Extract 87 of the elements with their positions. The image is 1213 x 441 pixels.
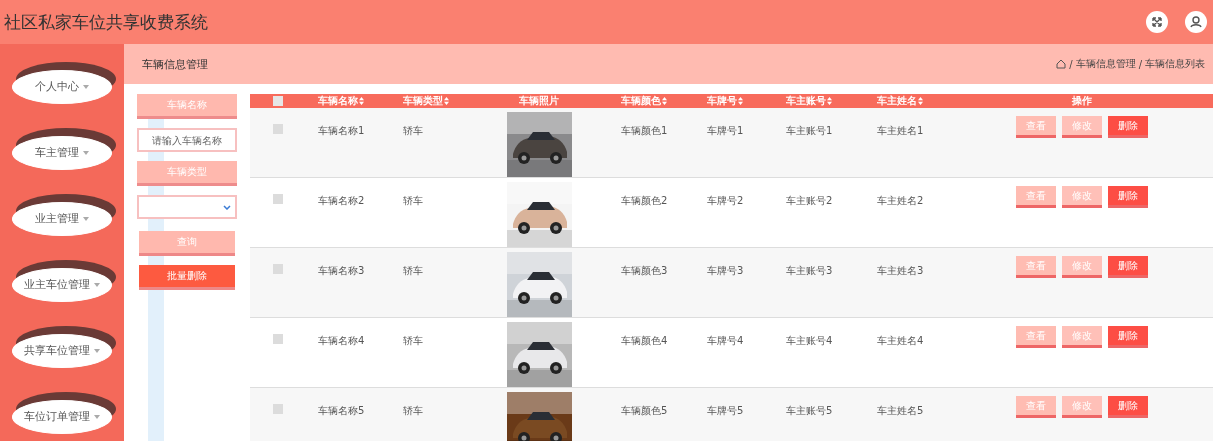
filter-label: 车辆类型	[137, 161, 237, 186]
sort-icon	[444, 97, 449, 105]
table-cell: 车牌号1	[707, 124, 744, 138]
table-cell: 轿车	[403, 124, 423, 138]
sort-icon	[827, 97, 832, 105]
caret-icon	[83, 217, 89, 221]
table-cell: 车辆颜色5	[621, 404, 668, 418]
table-cell: 车主姓名4	[877, 334, 924, 348]
table-cell: 车辆颜色1	[621, 124, 668, 138]
column-header[interactable]: 车辆名称	[318, 94, 364, 108]
edit-button[interactable]: 修改	[1061, 116, 1102, 138]
sort-icon	[359, 97, 364, 105]
table-cell: 车辆颜色3	[621, 264, 668, 278]
row-checkbox[interactable]	[272, 334, 283, 344]
home-icon[interactable]	[1056, 59, 1067, 69]
edit-button[interactable]: 修改	[1061, 256, 1102, 278]
row-checkbox[interactable]	[272, 404, 283, 414]
app-title: 社区私家车位共享收费系统	[4, 10, 208, 34]
table-cell: 轿车	[403, 334, 423, 348]
select-all-checkbox[interactable]	[272, 96, 283, 106]
delete-button[interactable]: 删除	[1107, 256, 1148, 278]
table-cell: 轿车	[403, 404, 423, 418]
caret-icon	[83, 151, 89, 155]
delete-button[interactable]: 删除	[1107, 396, 1148, 418]
caret-icon	[94, 415, 100, 419]
table-cell: 车辆名称2	[318, 194, 365, 208]
column-header[interactable]: 车主姓名	[877, 94, 923, 108]
delete-button[interactable]: 删除	[1107, 116, 1148, 138]
table-cell: 车牌号4	[707, 334, 744, 348]
row-checkbox[interactable]	[272, 194, 283, 204]
sort-icon	[738, 97, 743, 105]
table-cell: 车主姓名2	[877, 194, 924, 208]
table-cell: 车主账号3	[786, 264, 833, 278]
sort-icon	[662, 97, 667, 105]
table-cell: 车主账号1	[786, 124, 833, 138]
table-cell: 车辆名称5	[318, 404, 365, 418]
breadcrumb-item[interactable]: 车辆信息管理	[1075, 57, 1136, 71]
chevron-icon	[223, 204, 231, 210]
table-cell: 车辆名称1	[318, 124, 365, 138]
column-header[interactable]: 车辆颜色	[621, 94, 667, 108]
table-cell: 车主姓名3	[877, 264, 924, 278]
table-cell: 车主姓名5	[877, 404, 924, 418]
table-cell: 车主姓名1	[877, 124, 924, 138]
caret-icon	[94, 349, 100, 353]
view-button[interactable]: 查看	[1015, 326, 1056, 348]
sort-icon	[918, 97, 923, 105]
breadcrumb-separator: /	[1138, 58, 1142, 70]
column-header: 操作	[1071, 94, 1092, 108]
table-cell: 车主账号4	[786, 334, 833, 348]
table-cell: 车辆颜色4	[621, 334, 668, 348]
table-cell: 车主账号2	[786, 194, 833, 208]
user-icon[interactable]	[1185, 11, 1207, 33]
table-cell: 车牌号5	[707, 404, 744, 418]
fullscreen-icon[interactable]	[1146, 11, 1168, 33]
row-checkbox[interactable]	[272, 264, 283, 274]
delete-button[interactable]: 删除	[1107, 186, 1148, 208]
breadcrumb-separator: /	[1069, 58, 1073, 70]
view-button[interactable]: 查看	[1015, 116, 1056, 138]
row-checkbox[interactable]	[272, 124, 283, 134]
breadcrumb-item: 车辆信息列表	[1145, 57, 1205, 71]
delete-button[interactable]: 删除	[1107, 326, 1148, 348]
batch-delete-button[interactable]: 批量删除	[139, 265, 235, 290]
caret-icon	[83, 85, 89, 89]
page-title: 车辆信息管理	[142, 56, 208, 72]
table-cell: 车辆颜色2	[621, 194, 668, 208]
caret-icon	[94, 283, 100, 287]
edit-button[interactable]: 修改	[1061, 186, 1102, 208]
view-button[interactable]: 查看	[1015, 186, 1056, 208]
type-select-field[interactable]	[137, 195, 237, 219]
search-button[interactable]: 查询	[139, 231, 235, 256]
filter-label: 车辆名称	[137, 94, 237, 119]
column-header[interactable]: 车牌号	[707, 94, 743, 108]
column-header: 车辆照片	[519, 94, 559, 108]
view-button[interactable]: 查看	[1015, 256, 1056, 278]
table-cell: 车牌号2	[707, 194, 744, 208]
table-cell: 车主账号5	[786, 404, 833, 418]
edit-button[interactable]: 修改	[1061, 396, 1102, 418]
table-cell: 轿车	[403, 264, 423, 278]
table-cell: 轿车	[403, 194, 423, 208]
table-cell: 车辆名称4	[318, 334, 365, 348]
table-cell: 车辆名称3	[318, 264, 365, 278]
name-input-field[interactable]: 请输入车辆名称	[137, 128, 237, 152]
edit-button[interactable]: 修改	[1061, 326, 1102, 348]
view-button[interactable]: 查看	[1015, 396, 1056, 418]
column-header[interactable]: 车辆类型	[403, 94, 449, 108]
column-header[interactable]: 车主账号	[786, 94, 832, 108]
table-cell: 车牌号3	[707, 264, 744, 278]
